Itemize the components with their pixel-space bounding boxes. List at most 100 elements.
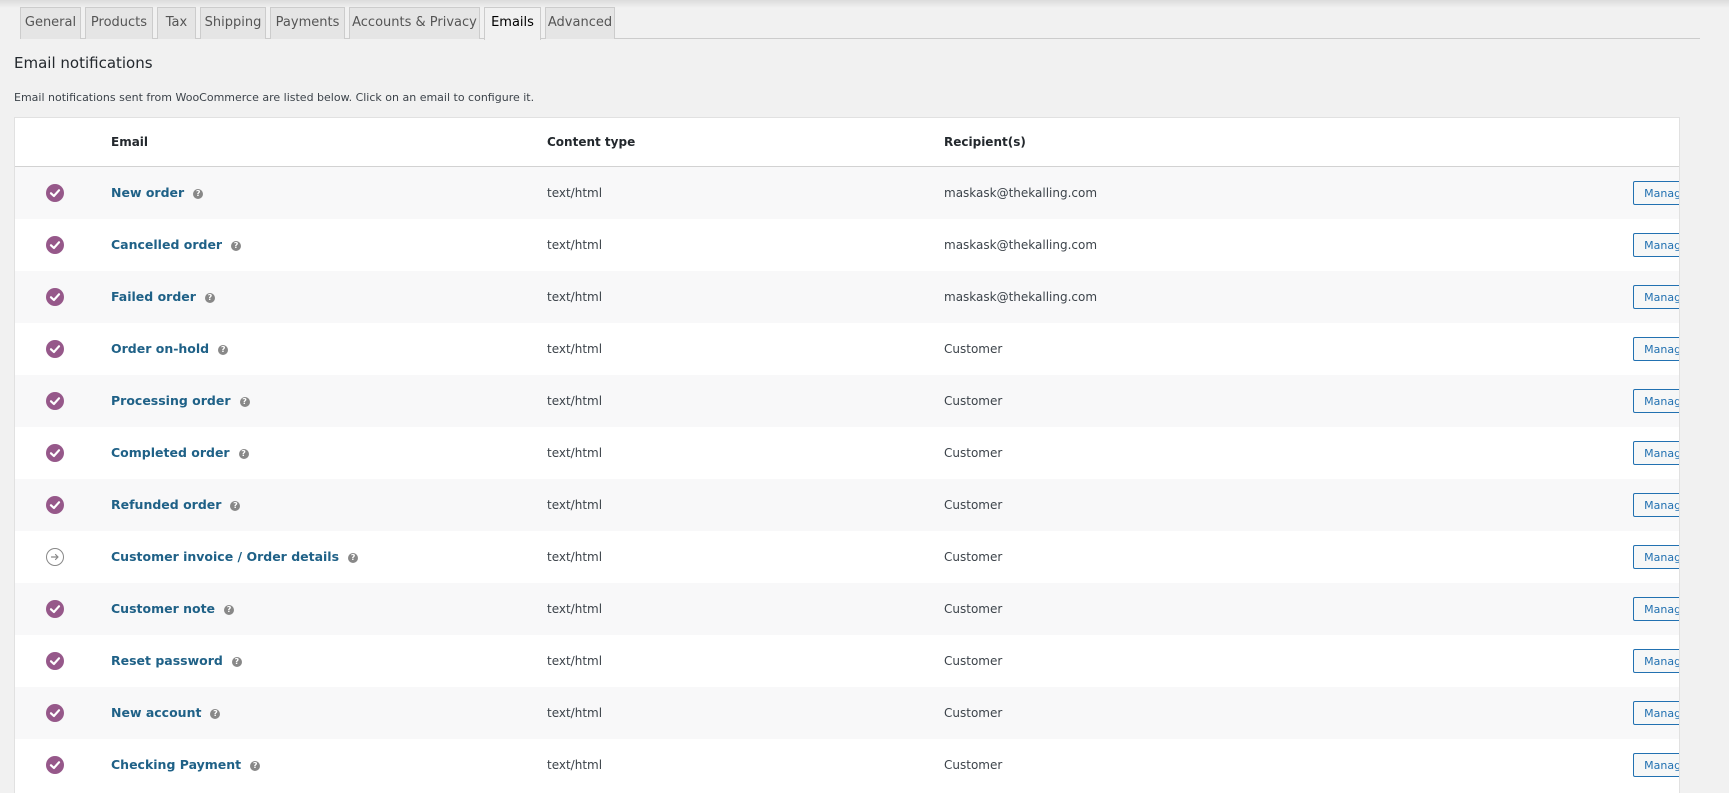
recipient-value: Customer [944,602,1003,616]
check-circle-icon [46,600,64,618]
email-name-label: Processing order [111,393,231,408]
manage-button[interactable]: Manage [1633,441,1679,465]
manage-button[interactable]: Manage [1633,181,1679,205]
recipient-value: Customer [944,706,1003,720]
manage-button[interactable]: Manage [1633,233,1679,257]
recipient-value: maskask@thekalling.com [944,186,1098,200]
email-link[interactable]: Processing order? [111,393,250,408]
email-name-label: Customer invoice / Order details [111,549,340,564]
check-circle-icon [46,392,64,410]
email-link[interactable]: Completed order? [111,445,249,460]
tab-general[interactable]: General [20,7,81,39]
manage-button[interactable]: Manage [1633,337,1679,361]
question-mark-icon[interactable]: ? [250,761,261,771]
manage-button[interactable]: Manage [1633,285,1679,309]
recipient-value: maskask@thekalling.com [944,290,1098,304]
question-mark-icon[interactable]: ? [239,397,250,407]
content-type-value: text/html [547,446,603,460]
question-mark-icon[interactable]: ? [231,241,242,251]
tab-accounts-privacy[interactable]: Accounts & Privacy [349,7,480,39]
recipient-value: Customer [944,446,1003,460]
table-row: Checking Payment? text/html Customer Manage [15,739,1679,791]
question-mark-icon[interactable]: ? [204,293,215,303]
question-mark-icon[interactable]: ? [210,709,221,719]
table-row: Customer invoice / Order details? text/ht… [15,531,1679,583]
content-type-value: text/html [547,654,603,668]
email-notifications-table: Email Content type Recipient(s) New orde… [14,117,1680,793]
content-type-value: text/html [547,394,603,408]
manage-button[interactable]: Manage [1633,493,1679,517]
tab-tax[interactable]: Tax [157,7,196,39]
question-mark-icon[interactable]: ? [193,189,204,199]
email-link[interactable]: New order? [111,185,204,200]
manage-button[interactable]: Manage [1633,545,1679,569]
tab-emails[interactable]: Emails [484,7,541,40]
email-link[interactable]: Reset password? [111,653,242,668]
tab-payments[interactable]: Payments [270,7,345,39]
email-name-label: Completed order [111,445,230,460]
content-type-value: text/html [547,498,603,512]
check-circle-icon [46,184,64,202]
tab-advanced[interactable]: Advanced [545,7,615,39]
tab-products[interactable]: Products [85,7,153,39]
table-row: New order? text/html maskask@thekalling.co… [15,167,1679,219]
question-mark-icon[interactable]: ? [231,657,242,667]
table-row: Completed order? text/html Customer Manage [15,427,1679,479]
recipient-value: Customer [944,550,1003,564]
content-type-value: text/html [547,238,603,252]
table-row: Failed order? text/html maskask@thekalling… [15,271,1679,323]
check-circle-icon [46,496,64,514]
question-mark-icon[interactable]: ? [348,553,359,563]
table-row: Refunded order? text/html Customer Manage [15,479,1679,531]
header-recipients: Recipient(s) [944,135,1026,149]
content-type-value: text/html [547,602,603,616]
question-mark-icon[interactable]: ? [238,449,249,459]
content-type-value: text/html [547,758,603,772]
question-mark-icon[interactable]: ? [230,501,241,511]
manage-button[interactable]: Manage [1633,389,1679,413]
check-circle-icon [46,652,64,670]
manage-button[interactable]: Manage [1633,701,1679,725]
table-row: Cancelled order? text/html maskask@thekall… [15,219,1679,271]
email-name-label: Failed order [111,289,196,304]
tab-shipping[interactable]: Shipping [200,7,266,39]
check-circle-icon [46,756,64,774]
header-content-type: Content type [547,135,636,149]
table-row: New account? text/html Customer Manage [15,687,1679,739]
recipient-value: Customer [944,394,1003,408]
email-name-label: New account [111,705,202,720]
recipient-value: Customer [944,758,1003,772]
check-circle-icon [46,704,64,722]
manage-button[interactable]: Manage [1633,649,1679,673]
email-link[interactable]: Checking Payment? [111,757,261,772]
email-name-label: New order [111,185,185,200]
recipient-value: Customer [944,342,1003,356]
email-link[interactable]: New account? [111,705,221,720]
email-link[interactable]: Refunded order? [111,497,241,512]
recipient-value: Customer [944,498,1003,512]
content-type-value: text/html [547,290,603,304]
check-circle-icon [46,288,64,306]
email-link[interactable]: Failed order? [111,289,215,304]
table-row: Order on-hold? text/html Customer Manage [15,323,1679,375]
question-mark-icon[interactable]: ? [218,345,229,355]
content-type-value: text/html [547,706,603,720]
manage-button[interactable]: Manage [1633,597,1679,621]
recipient-value: maskask@thekalling.com [944,238,1098,252]
check-circle-icon [46,444,64,462]
email-name-label: Order on-hold [111,341,210,356]
table-row: Customer note? text/html Customer Manage [15,583,1679,635]
email-link[interactable]: Customer invoice / Order details? [111,549,359,564]
section-title: Email notifications [14,54,153,72]
content-type-value: text/html [547,342,603,356]
email-link[interactable]: Cancelled order? [111,237,242,252]
recipient-value: Customer [944,654,1003,668]
email-link[interactable]: Order on-hold? [111,341,229,356]
content-type-value: text/html [547,186,603,200]
email-link[interactable]: Customer note? [111,601,235,616]
arrow-right-circle-icon [46,548,64,566]
table-row: Reset password? text/html Customer Manage [15,635,1679,687]
manage-button[interactable]: Manage [1633,753,1679,777]
header-email: Email [111,135,149,149]
question-mark-icon[interactable]: ? [224,605,235,615]
